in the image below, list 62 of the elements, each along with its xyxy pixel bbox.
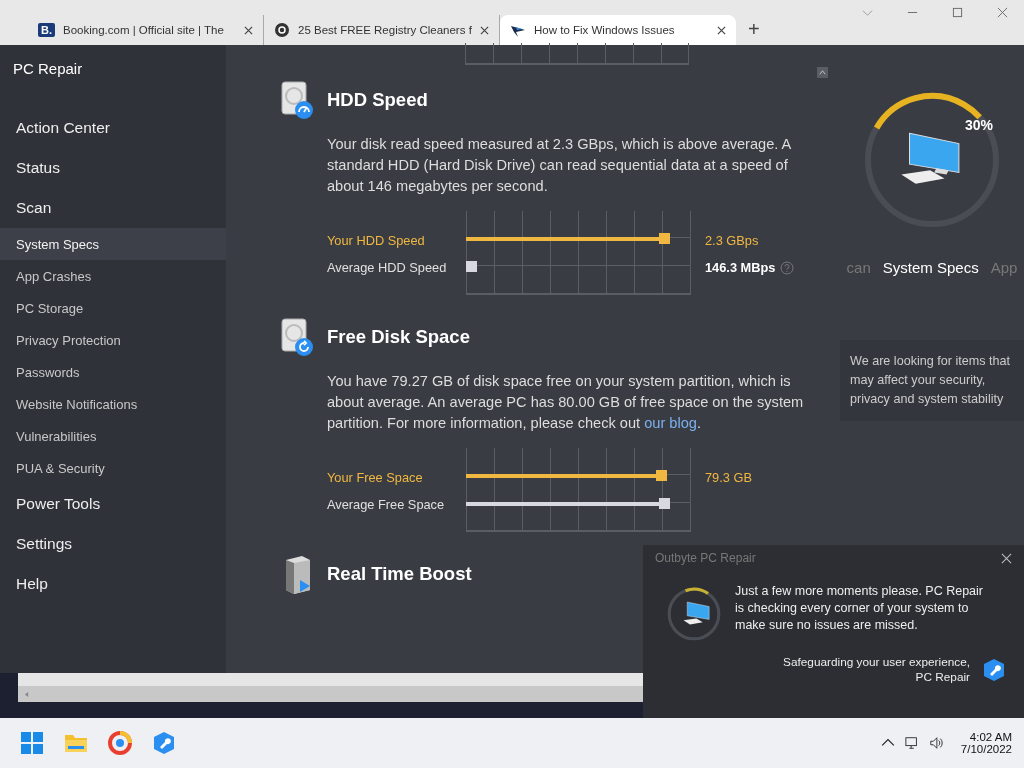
blog-link[interactable]: our blog [644, 415, 697, 431]
notification-app-name: Outbyte PC Repair [655, 551, 756, 565]
comparison-value: 2.3 GBps [705, 233, 759, 248]
notification-footer: Safeguarding your user experience, [783, 655, 970, 670]
clock-date: 7/10/2022 [960, 743, 1012, 755]
start-icon[interactable] [20, 731, 44, 755]
notification-footer: PC Repair [915, 670, 970, 685]
sidebar-item[interactable]: Passwords [0, 356, 226, 388]
help-icon[interactable] [780, 260, 795, 275]
section-description: You have 79.27 GB of disk space free on your system partition, which is about average. An average PC has 80.00 GB of free space on the system partition. For more information, please check out our blog. [327, 372, 805, 433]
sidebar-item[interactable]: Settings [0, 524, 226, 564]
wrench-icon [982, 658, 1006, 682]
comparison-value: 79.3 GB [705, 470, 752, 485]
sidebar-item[interactable]: System Specs [0, 228, 226, 260]
bar-handle [658, 233, 670, 244]
network-icon[interactable] [904, 736, 919, 750]
sidebar-item[interactable]: Website Notifications [0, 388, 226, 420]
sidebar-item[interactable]: Power Tools [0, 484, 226, 524]
bar-handle [465, 261, 477, 272]
progress-percent: 30% [965, 117, 994, 133]
status-note: We are looking for items that may affect your security, privacy and system stability [840, 340, 1024, 421]
section-description: Your disk read speed measured at 2.3 GBps, which is above average. A standard HDD (Hard Disk Drive) can read sequential data at a speed of about 146 megabytes per second. [327, 135, 792, 196]
notification-message: Just a few more moments please. PC Repair is checking every corner of your system to make sure no issues are missed. [735, 583, 985, 634]
section-title: Real Time Boost [327, 563, 472, 585]
comparison-label: Average HDD Speed [327, 259, 448, 277]
close-icon[interactable] [1001, 552, 1012, 564]
section-title: HDD Speed [327, 89, 428, 111]
sidebar-item[interactable]: Help [0, 564, 226, 604]
section-title: Free Disk Space [327, 326, 470, 348]
sidebar-item[interactable]: App Crashes [0, 260, 226, 292]
site-icon [274, 22, 290, 38]
scroll-left-icon[interactable] [24, 690, 29, 698]
comparison-value: 146.3 MBps [705, 260, 776, 275]
close-icon[interactable] [717, 25, 726, 35]
scan-step: can [846, 259, 871, 276]
close-icon[interactable] [480, 25, 489, 35]
scan-step: System Specs [882, 259, 979, 276]
bar-handle [656, 470, 668, 481]
browser-icon[interactable] [108, 731, 132, 755]
comparison-label: Your Free Space [327, 469, 424, 487]
browser-tab[interactable]: How to Fix Windows Issues [500, 15, 736, 45]
comparison-label: Your HDD Speed [327, 232, 426, 250]
sidebar-item[interactable]: Privacy Protection [0, 324, 226, 356]
site-icon: B. [38, 23, 55, 37]
wrench-icon[interactable] [152, 731, 176, 755]
new-tab-button[interactable]: + [736, 18, 772, 45]
close-icon[interactable] [997, 7, 1008, 18]
sidebar-item[interactable]: Action Center [0, 108, 226, 148]
sidebar-item[interactable]: Status [0, 148, 226, 188]
sidebar-item[interactable]: PC Storage [0, 292, 226, 324]
scroll-up-button[interactable] [817, 67, 828, 78]
app-title: PC Repair [12, 59, 84, 79]
sidebar-item[interactable]: Scan [0, 188, 226, 228]
bar-handle [658, 498, 670, 509]
speaker-icon[interactable] [928, 736, 943, 750]
sidebar-item[interactable]: Vulnerabilities [0, 420, 226, 452]
sidebar-item[interactable]: PUA & Security [0, 452, 226, 484]
clock-time: 4:02 AM [969, 731, 1012, 743]
close-icon[interactable] [244, 25, 253, 35]
maximize-icon[interactable] [952, 7, 963, 18]
scan-step: App [990, 259, 1018, 276]
comparison-label: Average Free Space [327, 496, 446, 514]
